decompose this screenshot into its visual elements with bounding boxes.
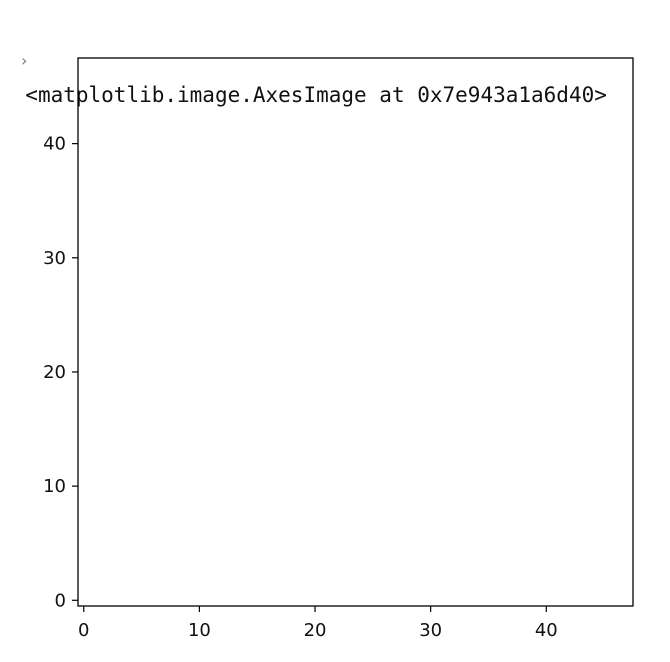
x-tick-label: 0: [78, 620, 89, 641]
x-tick-label: 30: [419, 620, 442, 641]
heatmap-plot: 0 10 20 30 40 0 10 20 30 40: [43, 57, 634, 641]
y-axis: 0 10 20 30 40: [43, 134, 78, 611]
x-tick-label: 40: [535, 620, 558, 641]
x-tick-label: 20: [304, 620, 327, 641]
y-tick-label: 40: [43, 134, 66, 155]
x-tick-label: 10: [188, 620, 211, 641]
y-tick-label: 30: [43, 248, 66, 269]
y-tick-label: 10: [43, 476, 66, 497]
axes-frame: [77, 57, 634, 607]
y-tick-label: 20: [43, 362, 66, 383]
x-axis: 0 10 20 30 40: [78, 606, 558, 641]
y-tick-label: 0: [55, 590, 66, 611]
